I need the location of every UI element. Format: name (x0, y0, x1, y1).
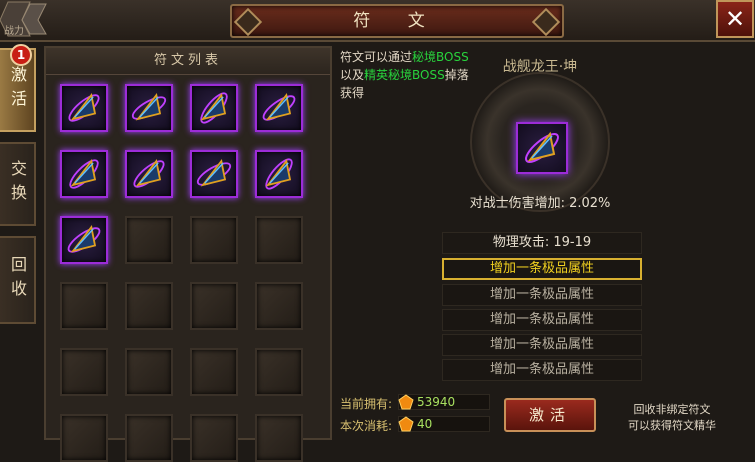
rune-slot-empty[interactable] (190, 348, 238, 396)
desc-boss-link: 秘境BOSS (412, 50, 469, 64)
extra-attribute-row[interactable]: 增加一条极品属性 (442, 359, 642, 381)
rune-slot-empty[interactable] (255, 216, 303, 264)
rune-slot-empty[interactable] (190, 282, 238, 330)
desc-elite-boss-link: 精英秘境BOSS (364, 68, 445, 82)
essence-gem-icon (398, 394, 414, 410)
tab-exchange[interactable]: 交换 (0, 142, 36, 226)
recycle-tip-line: 可以获得符文精华 (628, 419, 716, 432)
page-title: 符 文 (353, 11, 441, 31)
rune-slot-empty[interactable] (255, 414, 303, 462)
extra-attribute-row[interactable]: 增加一条极品属性 (442, 284, 642, 306)
owned-label: 当前拥有: (340, 397, 393, 411)
rune-slot-empty[interactable] (125, 282, 173, 330)
rune-slot-empty[interactable] (125, 414, 173, 462)
extra-attribute-row[interactable]: 增加一条极品属性 (442, 258, 642, 280)
rune-slot-filled[interactable] (190, 84, 238, 132)
rune-source-description: 符文可以通过秘境BOSS 以及精英秘境BOSS掉落获得 (340, 48, 480, 102)
desc-text: 符文可以通过 (340, 50, 413, 64)
back-arrow-icon[interactable]: 战力 (0, 0, 60, 38)
close-icon: ✕ (724, 5, 746, 33)
desc-text: 以及 (340, 68, 365, 82)
rune-slot-filled[interactable] (125, 84, 173, 132)
rune-slot-filled[interactable] (190, 150, 238, 198)
activate-button[interactable]: 激活 (504, 398, 596, 432)
rune-bonus-text: 对战士伤害增加: 2.02% (469, 196, 611, 211)
rune-slot-empty[interactable] (60, 348, 108, 396)
rune-slot-filled[interactable] (60, 150, 108, 198)
back-label: 战力 (4, 26, 24, 37)
selected-rune-icon (516, 122, 568, 174)
notification-badge: 1 (10, 44, 32, 66)
rune-slot-empty[interactable] (125, 216, 173, 264)
tab-label: 回收 (8, 256, 27, 304)
rune-slot-empty[interactable] (190, 414, 238, 462)
title-plate: 符 文 (230, 4, 564, 38)
close-button[interactable]: ✕ (716, 0, 754, 38)
extra-attribute-row[interactable]: 增加一条极品属性 (442, 309, 642, 331)
recycle-tip: 回收非绑定符文 可以获得符文精华 (612, 402, 732, 434)
rune-slot-filled[interactable] (125, 150, 173, 198)
rune-slot-empty[interactable] (60, 414, 108, 462)
extra-attribute-row[interactable]: 增加一条极品属性 (442, 334, 642, 356)
title-bar: 战力 符 文 (0, 0, 755, 42)
rune-slot-empty[interactable] (190, 216, 238, 264)
cost-label: 本次消耗: (340, 419, 393, 433)
tab-label: 激活 (8, 66, 27, 114)
rune-slot-empty[interactable] (255, 282, 303, 330)
rune-slot-empty[interactable] (125, 348, 173, 396)
rune-slot-filled[interactable] (255, 84, 303, 132)
rune-slot-filled[interactable] (255, 150, 303, 198)
essence-gem-icon (398, 416, 414, 432)
rune-slot-empty[interactable] (60, 282, 108, 330)
tab-label: 交换 (8, 160, 27, 208)
recycle-tip-line: 回收非绑定符文 (633, 403, 711, 416)
rune-slot-empty[interactable] (255, 348, 303, 396)
tab-recycle[interactable]: 回收 (0, 236, 36, 324)
rune-slot-filled[interactable] (60, 84, 108, 132)
rune-list-title: 符文列表 (46, 48, 330, 75)
rune-slot-filled[interactable] (60, 216, 108, 264)
base-stat-row: 物理攻击: 19-19 (442, 232, 642, 254)
